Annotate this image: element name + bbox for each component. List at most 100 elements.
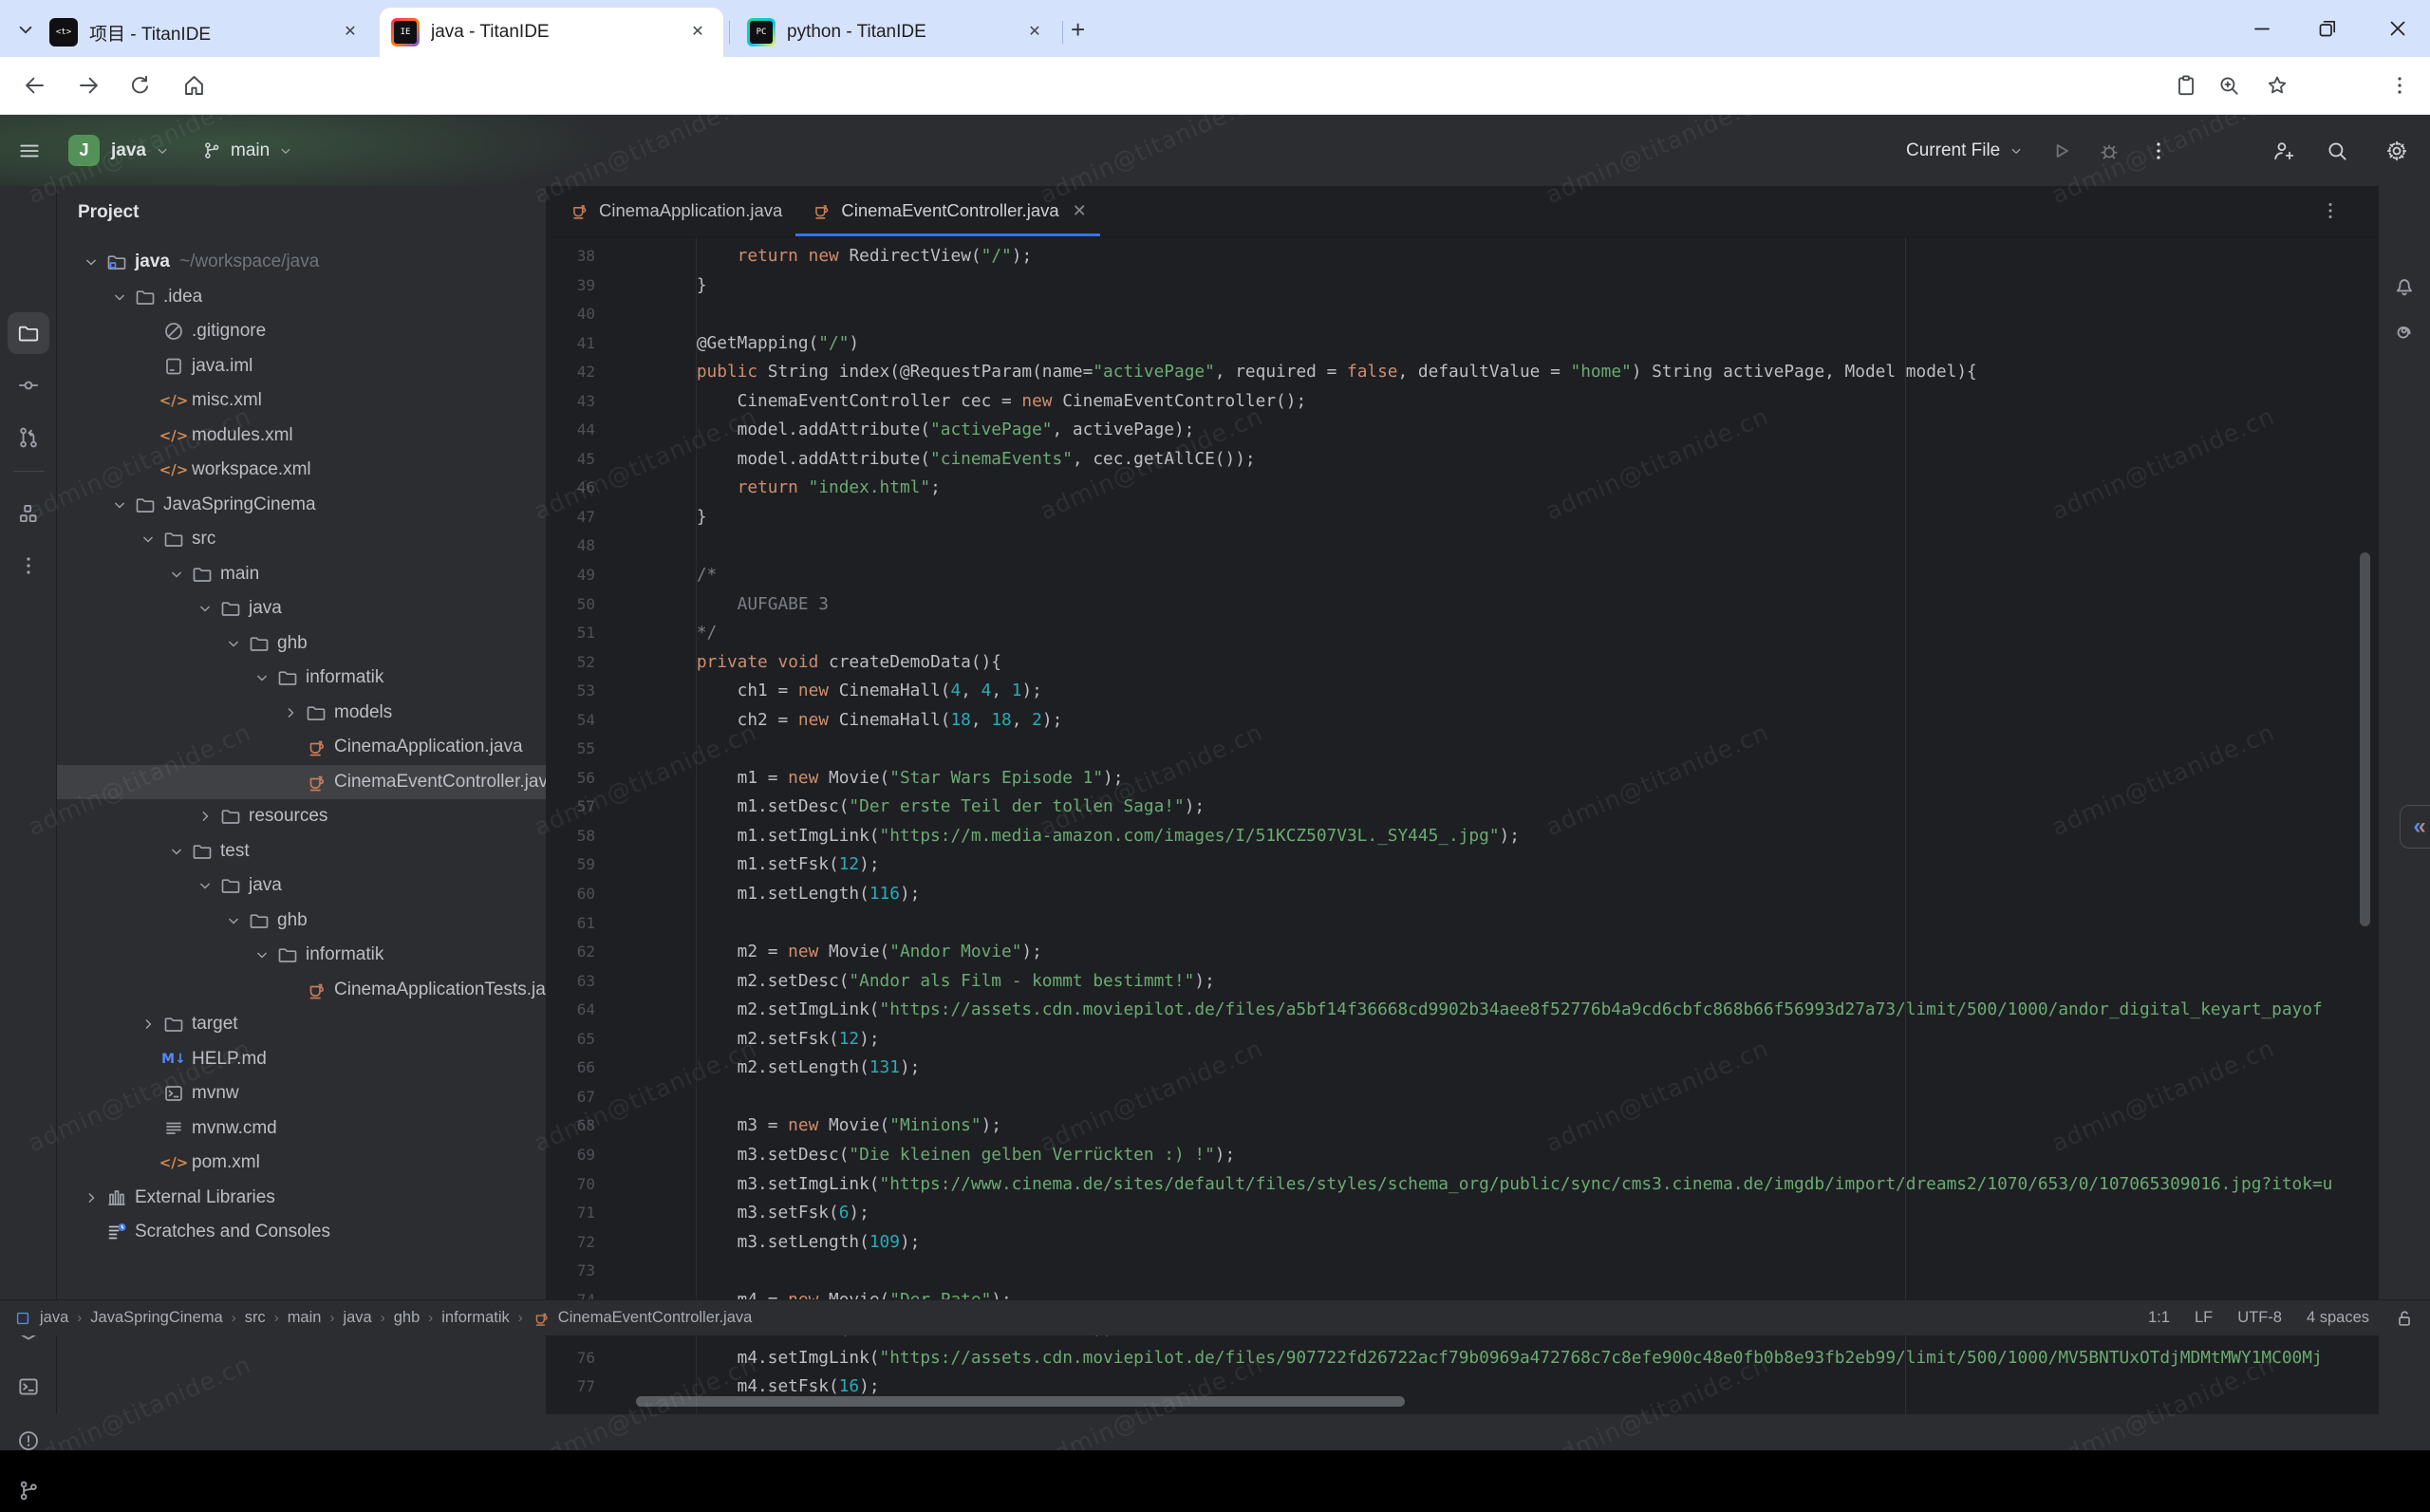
add-user-button[interactable] (2271, 115, 2295, 186)
tree-row[interactable]: informatik (57, 938, 546, 973)
tree-row[interactable]: .gitignore (57, 314, 546, 349)
indent-indicator[interactable]: 4 spaces (2307, 1309, 2369, 1327)
tree-row[interactable]: M↓HELP.md (57, 1042, 546, 1077)
breadcrumb-item[interactable]: JavaSpringCinema (90, 1309, 222, 1327)
tree-row[interactable]: target (57, 1007, 546, 1042)
tab-close-icon[interactable]: ✕ (1022, 20, 1047, 45)
search-everywhere-button[interactable] (2325, 115, 2349, 186)
tab-close-icon[interactable]: ✕ (685, 20, 710, 45)
breadcrumb-item[interactable]: main (288, 1309, 322, 1327)
tree-row[interactable]: java.iml (57, 349, 546, 384)
tab-close-icon[interactable]: ✕ (338, 20, 363, 45)
encoding-indicator[interactable]: UTF-8 (2237, 1309, 2282, 1327)
new-tab-button[interactable]: + (1071, 15, 1085, 45)
chevron-right-icon[interactable] (192, 807, 218, 826)
sidebar-item-pull-requests-icon[interactable] (8, 417, 49, 458)
horizontal-scrollbar[interactable] (636, 1396, 1405, 1407)
tree-row[interactable]: ghb (57, 626, 546, 662)
tab-search-chevron-icon[interactable] (13, 17, 38, 42)
editor-tab-active[interactable]: CinemaEventController.java✕ (795, 186, 1099, 236)
collapse-panel-button[interactable]: « (2400, 805, 2430, 849)
window-minimize-button[interactable] (2251, 17, 2273, 40)
breadcrumb-item[interactable]: src (245, 1309, 266, 1327)
tree-row-selected[interactable]: CinemaEventController.java (57, 765, 546, 800)
tree-row[interactable]: Scratches and Consoles (57, 1215, 546, 1250)
tree-row[interactable]: .idea (57, 280, 546, 315)
tree-row[interactable]: JavaSpringCinema (57, 488, 546, 523)
breadcrumb-item[interactable]: java (343, 1309, 371, 1327)
chevron-down-icon[interactable] (163, 842, 190, 861)
editor-tab-options-icon[interactable] (2319, 199, 2342, 222)
tree-row[interactable]: </>modules.xml (57, 419, 546, 454)
caret-position[interactable]: 1:1 (2148, 1309, 2170, 1327)
main-menu-button[interactable] (17, 115, 42, 186)
bookmark-star-icon[interactable] (2265, 73, 2290, 98)
zoom-in-icon[interactable] (2216, 73, 2241, 98)
home-icon[interactable] (181, 73, 207, 99)
breadcrumb-item[interactable]: java (40, 1309, 68, 1327)
vcs-widget[interactable]: main (201, 115, 294, 186)
chevron-down-icon[interactable] (192, 876, 218, 895)
ai-assistant-icon[interactable] (2383, 309, 2425, 351)
chevron-down-icon[interactable] (106, 288, 133, 307)
chevron-down-icon[interactable] (78, 252, 104, 271)
tree-row[interactable]: External Libraries (57, 1181, 546, 1216)
sidebar-item-project-icon[interactable] (8, 312, 49, 354)
chevron-down-icon[interactable] (220, 634, 247, 653)
tree-row[interactable]: CinemaApplication.java (57, 730, 546, 765)
lock-open-icon[interactable] (2394, 1308, 2415, 1329)
browser-menu-dots-icon[interactable] (2387, 73, 2412, 98)
tree-row[interactable]: ghb (57, 904, 546, 939)
window-restore-button[interactable] (2316, 17, 2339, 40)
tree-row[interactable]: informatik (57, 661, 546, 696)
tree-row[interactable]: test (57, 834, 546, 869)
vertical-scrollbar[interactable] (2360, 552, 2370, 926)
breadcrumb-item[interactable]: CinemaEventController.java (558, 1309, 753, 1327)
sidebar-item-problems-icon[interactable] (8, 1420, 49, 1462)
tree-row[interactable]: models (57, 696, 546, 731)
chevron-right-icon[interactable] (78, 1188, 104, 1207)
sidebar-item-commit-icon[interactable] (8, 364, 49, 406)
settings-button[interactable] (2384, 115, 2409, 186)
tree-row[interactable]: mvnw (57, 1076, 546, 1111)
chevron-down-icon[interactable] (106, 495, 133, 514)
tree-row[interactable]: main (57, 557, 546, 592)
tree-row[interactable]: </>misc.xml (57, 383, 546, 419)
notifications-bell-icon[interactable] (2383, 265, 2425, 307)
browser-tab[interactable]: IEjava - TitanIDE✕ (380, 8, 723, 57)
breadcrumb-item[interactable]: ghb (394, 1309, 421, 1327)
forward-icon[interactable] (76, 73, 102, 99)
tree-row[interactable]: </>pom.xml (57, 1146, 546, 1181)
more-actions-icon[interactable] (2146, 115, 2171, 186)
run-button[interactable] (2049, 115, 2074, 186)
tree-row[interactable]: </>workspace.xml (57, 453, 546, 488)
browser-tab[interactable]: <t>项目 - TitanIDE✕ (38, 8, 376, 57)
chevron-down-icon[interactable] (249, 945, 275, 964)
reload-icon[interactable] (127, 73, 153, 99)
tree-row[interactable]: java~/workspace/java (57, 245, 546, 280)
chevron-down-icon[interactable] (220, 911, 247, 930)
chevron-right-icon[interactable] (135, 1015, 161, 1034)
back-icon[interactable] (22, 73, 47, 99)
sidebar-item-git-icon[interactable] (8, 1470, 49, 1512)
sidebar-item-terminal-icon[interactable] (8, 1366, 49, 1408)
browser-tab[interactable]: PCpython - TitanIDE✕ (736, 8, 1060, 57)
sidebar-item-more-icon[interactable] (8, 545, 49, 587)
breadcrumb-item[interactable]: informatik (441, 1309, 510, 1327)
run-config-selector[interactable]: Current File (1906, 115, 2025, 186)
chevron-right-icon[interactable] (277, 703, 304, 722)
sidebar-item-structure-icon[interactable] (8, 493, 49, 534)
window-close-button[interactable] (2386, 17, 2409, 40)
editor-tab[interactable]: CinemaApplication.java (553, 186, 795, 236)
project-widget[interactable]: J java (68, 115, 171, 186)
chevron-down-icon[interactable] (249, 668, 275, 687)
tree-row[interactable]: java (57, 591, 546, 626)
code-viewport[interactable]: 38 return new RedirectView("/");39 }4041… (546, 237, 2378, 1414)
tree-row[interactable]: src (57, 522, 546, 557)
tree-row[interactable]: java (57, 868, 546, 904)
project-panel-header[interactable]: Project (57, 186, 546, 239)
tree-row[interactable]: mvnw.cmd (57, 1111, 546, 1147)
debug-button[interactable] (2097, 115, 2122, 186)
tree-row[interactable]: resources (57, 799, 546, 834)
tab-close-icon[interactable]: ✕ (1073, 201, 1087, 221)
